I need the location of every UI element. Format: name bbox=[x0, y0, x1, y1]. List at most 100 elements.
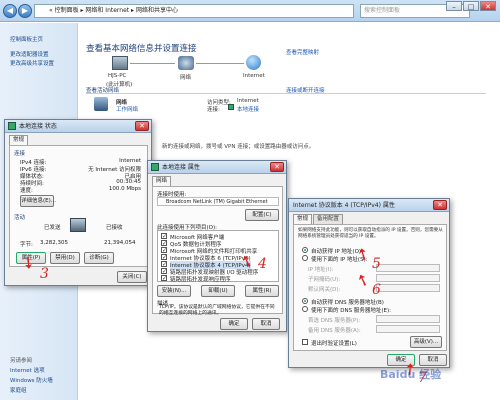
sidebar-link-firewall[interactable]: Windows 防火墙 bbox=[10, 376, 53, 384]
close-icon[interactable]: ✕ bbox=[270, 162, 284, 172]
tab-networking[interactable]: 网络 bbox=[152, 176, 172, 186]
alternate-dns-label: 备用 DNS 服务器(A): bbox=[308, 328, 361, 334]
disable-button[interactable]: 禁用(D) bbox=[50, 252, 80, 264]
access-type-value: Internet bbox=[237, 98, 259, 104]
dialog-title: 本地连接 状态 bbox=[5, 120, 151, 133]
local-connection-link[interactable]: 本地连接 bbox=[237, 105, 259, 113]
auto-dns-radio[interactable] bbox=[302, 298, 308, 304]
forward-arrow-icon[interactable]: ▶ bbox=[18, 4, 32, 18]
step-number: 6 bbox=[372, 282, 381, 298]
page-title: 查看基本网络信息并设置连接 bbox=[86, 44, 197, 54]
gateway-field[interactable] bbox=[376, 284, 440, 292]
minimize-button[interactable]: – bbox=[446, 1, 462, 11]
sidebar-link-home[interactable]: 控制面板主页 bbox=[10, 35, 43, 43]
received-label: 已接收 bbox=[106, 225, 123, 231]
connection-line bbox=[196, 63, 244, 64]
uninstall-button[interactable]: 卸载(U) bbox=[201, 285, 235, 297]
ip-address-label: IP 地址(I): bbox=[308, 267, 334, 273]
globe-icon bbox=[246, 55, 261, 70]
item-properties-button[interactable]: 属性(R) bbox=[245, 285, 279, 297]
address-path: « 控制面板 ▸ 网络和 Internet ▸ 网络和共享中心 bbox=[49, 7, 178, 14]
validate-checkbox[interactable] bbox=[302, 339, 308, 345]
activity-group-label: 活动 bbox=[14, 215, 26, 221]
divider bbox=[86, 93, 486, 94]
adapter-icon bbox=[151, 163, 159, 171]
manual-ip-radio[interactable] bbox=[302, 255, 308, 261]
adapter-field: Broadcom NetLink (TM) Gigabit Ethernet bbox=[157, 197, 279, 206]
sent-label: 已发送 bbox=[44, 225, 61, 231]
network-building-icon bbox=[94, 97, 108, 111]
item-checkbox[interactable]: ✓ bbox=[161, 247, 167, 254]
adapter-icon bbox=[228, 104, 234, 110]
dialog-title: Internet 协议版本 4 (TCP/IPv4) 属性 bbox=[289, 199, 449, 212]
manual-dns-label[interactable]: 使用下面的 DNS 服务器地址(E): bbox=[311, 306, 391, 314]
close-icon[interactable]: ✕ bbox=[433, 200, 447, 210]
adapter-name: Broadcom NetLink (TM) Gigabit Ethernet bbox=[166, 199, 268, 205]
details-button[interactable]: 详细信息(E)... bbox=[20, 195, 56, 207]
auto-ip-radio[interactable] bbox=[302, 247, 308, 253]
maximize-button[interactable]: □ bbox=[463, 1, 479, 11]
step-number: 3 bbox=[40, 266, 49, 282]
node-network-label: 网络 bbox=[180, 75, 192, 81]
cancel-button[interactable]: 取消 bbox=[252, 318, 280, 330]
ok-button[interactable]: 确定 bbox=[220, 318, 248, 330]
alternate-dns-field[interactable] bbox=[376, 325, 440, 333]
bytes-received: 21,394,054 bbox=[104, 240, 136, 246]
ipv4-properties-dialog: Internet 协议版本 4 (TCP/IPv4) 属性 ✕ 常规 备用配置 … bbox=[288, 198, 450, 368]
item-checkbox[interactable]: ✓ bbox=[161, 254, 167, 261]
network-type-link[interactable]: 工作网络 bbox=[116, 105, 138, 113]
connection-line bbox=[130, 63, 175, 64]
validate-label[interactable]: 退出时验证设置(L) bbox=[311, 339, 357, 347]
description-text: TCP/IP。该协议是默认的广域网络协议，它提供在不同的相互连接的网络上的通讯。 bbox=[159, 305, 275, 316]
item-checkbox[interactable]: ✓ bbox=[161, 240, 167, 247]
tab-panel: 连接 IPv4 连接: Internet IPv6 连接: 无 Internet… bbox=[9, 145, 148, 267]
auto-dns-label[interactable]: 自动获得 DNS 服务器地址(B) bbox=[311, 298, 384, 306]
gateway-label: 默认网关(D): bbox=[308, 287, 341, 293]
auto-ip-label[interactable]: 自动获得 IP 地址(O) bbox=[311, 247, 361, 255]
close-icon[interactable]: ✕ bbox=[135, 121, 149, 131]
network-icon bbox=[178, 56, 194, 70]
sidebar-link-internet-options[interactable]: Internet 选项 bbox=[10, 366, 45, 374]
view-full-map-link[interactable]: 查看完整映射 bbox=[286, 48, 319, 56]
close-dialog-button[interactable]: 关闭(C) bbox=[117, 271, 147, 283]
advanced-button[interactable]: 高级(V)... bbox=[410, 336, 442, 348]
setup-connection-text: 新的连接或网络，拨号或 VPN 连接；或设置路由器或访问点。 bbox=[162, 144, 315, 150]
tab-alternate[interactable]: 备用配置 bbox=[313, 214, 344, 224]
node-internet-label: Internet bbox=[243, 73, 265, 79]
item-checkbox[interactable]: ✓ bbox=[161, 268, 167, 275]
item-checkbox[interactable]: ✓ bbox=[161, 275, 167, 282]
close-button[interactable]: ✕ bbox=[480, 1, 496, 11]
tab-panel: 连接时使用: Broadcom NetLink (TM) Gigabit Eth… bbox=[152, 186, 283, 316]
tab-general[interactable]: 常规 bbox=[293, 214, 313, 224]
preferred-dns-label: 首选 DNS 服务器(P): bbox=[308, 318, 361, 324]
adapter-icon bbox=[8, 122, 16, 130]
activity-computers-icon bbox=[70, 218, 86, 232]
subnet-mask-field[interactable] bbox=[376, 274, 440, 282]
cancel-button[interactable]: 取消 bbox=[419, 354, 447, 366]
connections-label: 连接: bbox=[207, 107, 220, 113]
sidebar-link-homegroup[interactable]: 家庭组 bbox=[10, 386, 27, 394]
dialog-title: 本地连接 属性 bbox=[148, 161, 286, 174]
subnet-mask-label: 子网掩码(U): bbox=[308, 277, 341, 283]
manual-dns-radio[interactable] bbox=[302, 306, 308, 312]
computer-icon bbox=[112, 56, 128, 70]
list-item[interactable]: 链路层拓扑发现响应程序 bbox=[170, 275, 231, 283]
item-checkbox[interactable]: ✓ bbox=[161, 233, 167, 240]
sidebar-link-adapter[interactable]: 更改适配器设置 bbox=[10, 50, 49, 58]
node-computer-label: HJS-PC bbox=[108, 73, 127, 79]
address-bar[interactable]: « 控制面板 ▸ 网络和 Internet ▸ 网络和共享中心 bbox=[34, 4, 354, 18]
title-bar: ◀ ▶ « 控制面板 ▸ 网络和 Internet ▸ 网络和共享中心 搜索控制… bbox=[0, 0, 500, 22]
configure-button[interactable]: 配置(C) bbox=[245, 209, 279, 221]
ip-address-field[interactable] bbox=[376, 264, 440, 272]
back-arrow-icon[interactable]: ◀ bbox=[3, 4, 17, 18]
diagnose-button[interactable]: 诊断(G) bbox=[84, 252, 114, 264]
row-value: 00:30:45 bbox=[116, 179, 141, 185]
tab-panel: 如果网络支持此功能，则可以获取自动指派的 IP 设置。否则，您需要从网络系统管理… bbox=[293, 224, 447, 351]
bytes-sent: 3,282,305 bbox=[40, 240, 68, 246]
preferred-dns-field[interactable] bbox=[376, 315, 440, 323]
install-button[interactable]: 安装(N)... bbox=[157, 285, 191, 297]
step-number: 5 bbox=[372, 256, 381, 272]
tab-general[interactable]: 常规 bbox=[9, 135, 29, 145]
item-checkbox[interactable]: ✓ bbox=[161, 261, 167, 268]
sidebar-link-advanced-sharing[interactable]: 更改高级共享设置 bbox=[10, 59, 54, 67]
